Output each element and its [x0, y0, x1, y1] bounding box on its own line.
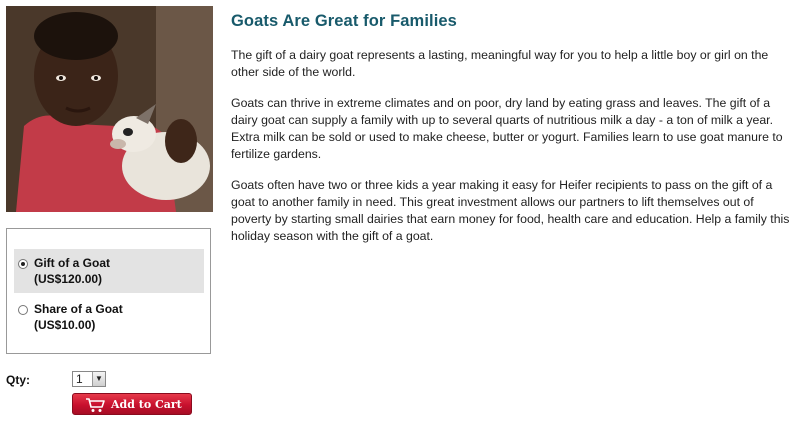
option-name: Gift of a Goat [34, 256, 110, 270]
gift-options: Gift of a Goat (US$120.00) Share of a Go… [6, 228, 211, 354]
page-title: Goats Are Great for Families [231, 12, 457, 30]
option-gift-of-a-goat[interactable]: Gift of a Goat (US$120.00) [14, 249, 204, 293]
qty-label: Qty: [6, 373, 30, 387]
description-paragraph: Goats often have two or three kids a yea… [231, 178, 790, 243]
option-name: Share of a Goat [34, 302, 123, 316]
add-to-cart-button[interactable]: Add to Cart [72, 393, 192, 415]
product-photo [6, 6, 213, 212]
shopping-cart-icon [86, 398, 105, 412]
add-to-cart-label: Add to Cart [111, 398, 182, 411]
qty-value: 1 [76, 372, 83, 386]
qty-select[interactable]: 1 ▼ [72, 371, 106, 387]
option-price: (US$120.00) [34, 272, 103, 286]
chevron-down-icon[interactable]: ▼ [92, 372, 105, 386]
option-share-of-a-goat[interactable]: Share of a Goat (US$10.00) [14, 295, 204, 339]
product-description: Goats Are Great for Families The gift of… [231, 12, 795, 245]
radio-share-of-a-goat[interactable] [18, 305, 28, 315]
description-paragraph: The gift of a dairy goat represents a la… [231, 48, 769, 79]
description-paragraph: Goats can thrive in extreme climates and… [231, 96, 783, 161]
option-price: (US$10.00) [34, 318, 96, 332]
radio-gift-of-a-goat[interactable] [18, 259, 28, 269]
